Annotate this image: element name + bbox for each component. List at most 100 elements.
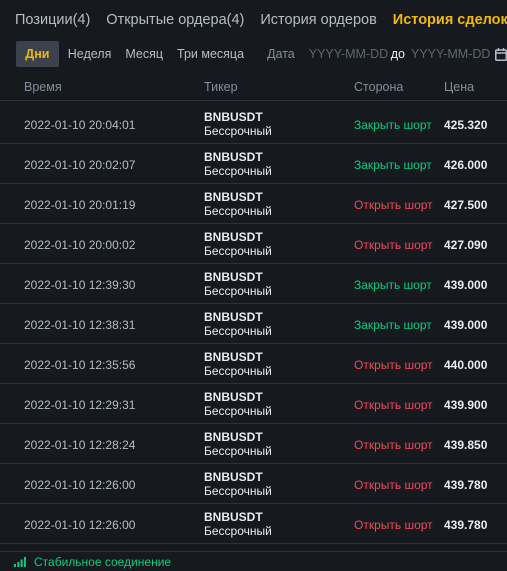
trade-price: 439.780 xyxy=(444,478,488,492)
contract-type: Бессрочный xyxy=(204,524,272,538)
calendar-icon[interactable] xyxy=(495,47,507,61)
table-row: 2022-01-10 12:26:00 BNBUSDT Бессрочный От… xyxy=(0,464,507,504)
period-week-button[interactable]: Неделя xyxy=(68,47,112,61)
trade-price: 426.000 xyxy=(444,158,488,172)
trade-side: Закрыть шорт xyxy=(354,318,432,332)
ticker-symbol: BNBUSDT xyxy=(204,150,263,164)
table-row: 2022-01-10 12:26:00 BNBUSDT Бессрочный От… xyxy=(0,504,507,544)
tab-positions[interactable]: Позиции(4) xyxy=(15,0,90,40)
ticker-symbol: BNBUSDT xyxy=(204,350,263,364)
trade-ticker: BNBUSDT Бессрочный xyxy=(204,230,272,258)
trade-price: 427.500 xyxy=(444,198,488,212)
contract-type: Бессрочный xyxy=(204,484,272,498)
trade-ticker: BNBUSDT Бессрочный xyxy=(204,150,272,178)
ticker-symbol: BNBUSDT xyxy=(204,390,263,404)
contract-type: Бессрочный xyxy=(204,364,272,378)
trade-time: 2022-01-10 12:26:00 xyxy=(24,478,136,492)
contract-type: Бессрочный xyxy=(204,164,272,178)
contract-type: Бессрочный xyxy=(204,284,272,298)
connection-status-bar: Стабильное соединение xyxy=(0,551,507,571)
table-row: 2022-01-10 20:00:02 BNBUSDT Бессрочный От… xyxy=(0,224,507,264)
date-label: Дата xyxy=(267,47,295,61)
contract-type: Бессрочный xyxy=(204,204,272,218)
trade-side: Открыть шорт xyxy=(354,238,433,252)
ticker-symbol: BNBUSDT xyxy=(204,110,263,124)
trade-side: Открыть шорт xyxy=(354,478,433,492)
trade-time: 2022-01-10 12:28:24 xyxy=(24,438,136,452)
trade-side: Закрыть шорт xyxy=(354,278,432,292)
trade-side: Закрыть шорт xyxy=(354,118,432,132)
ticker-symbol: BNBUSDT xyxy=(204,190,263,204)
ticker-symbol: BNBUSDT xyxy=(204,270,263,284)
trade-price: 439.780 xyxy=(444,518,488,532)
table-row: 2022-01-10 20:04:01 BNBUSDT Бессрочный За… xyxy=(0,104,507,144)
contract-type: Бессрочный xyxy=(204,124,272,138)
signal-icon xyxy=(14,556,26,567)
tab-trade-history[interactable]: История сделок xyxy=(393,0,507,40)
trade-time: 2022-01-10 12:38:31 xyxy=(24,318,136,332)
trade-table: 2022-01-10 20:04:01 BNBUSDT Бессрочный За… xyxy=(0,104,507,544)
trade-price: 427.090 xyxy=(444,238,488,252)
trade-price: 439.000 xyxy=(444,278,488,292)
tab-order-history[interactable]: История ордеров xyxy=(260,0,376,40)
trade-ticker: BNBUSDT Бессрочный xyxy=(204,350,272,378)
trade-side: Открыть шорт xyxy=(354,198,433,212)
trade-ticker: BNBUSDT Бессрочный xyxy=(204,190,272,218)
trade-time: 2022-01-10 20:00:02 xyxy=(24,238,136,252)
trade-time: 2022-01-10 20:04:01 xyxy=(24,118,136,132)
table-header: Время Тикер Сторона Цена xyxy=(0,76,507,101)
ticker-symbol: BNBUSDT xyxy=(204,510,263,524)
header-price: Цена xyxy=(444,80,475,94)
header-time: Время xyxy=(24,80,62,94)
trade-side: Открыть шорт xyxy=(354,518,433,532)
table-row: 2022-01-10 12:35:56 BNBUSDT Бессрочный От… xyxy=(0,344,507,384)
trade-side: Открыть шорт xyxy=(354,438,433,452)
table-row: 2022-01-10 12:39:30 BNBUSDT Бессрочный За… xyxy=(0,264,507,304)
trade-ticker: BNBUSDT Бессрочный xyxy=(204,470,272,498)
trade-ticker: BNBUSDT Бессрочный xyxy=(204,110,272,138)
table-row: 2022-01-10 20:02:07 BNBUSDT Бессрочный За… xyxy=(0,144,507,184)
tab-open-orders[interactable]: Открытые ордера(4) xyxy=(106,0,244,40)
trade-price: 439.900 xyxy=(444,398,488,412)
trade-time: 2022-01-10 12:29:31 xyxy=(24,398,136,412)
trade-price: 439.000 xyxy=(444,318,488,332)
ticker-symbol: BNBUSDT xyxy=(204,310,263,324)
tab-bar: Позиции(4) Открытые ордера(4) История ор… xyxy=(0,0,507,40)
table-row: 2022-01-10 20:01:19 BNBUSDT Бессрочный От… xyxy=(0,184,507,224)
header-side: Сторона xyxy=(354,80,404,94)
trade-ticker: BNBUSDT Бессрочный xyxy=(204,430,272,458)
ticker-symbol: BNBUSDT xyxy=(204,230,263,244)
contract-type: Бессрочный xyxy=(204,244,272,258)
table-row: 2022-01-10 12:28:24 BNBUSDT Бессрочный От… xyxy=(0,424,507,464)
contract-type: Бессрочный xyxy=(204,324,272,338)
trade-time: 2022-01-10 12:26:00 xyxy=(24,518,136,532)
trade-price: 440.000 xyxy=(444,358,488,372)
trade-time: 2022-01-10 20:01:19 xyxy=(24,198,136,212)
trade-time: 2022-01-10 20:02:07 xyxy=(24,158,136,172)
trade-time: 2022-01-10 12:39:30 xyxy=(24,278,136,292)
filter-bar: Дни Неделя Месяц Три месяца Дата до xyxy=(0,41,507,67)
trade-side: Открыть шорт xyxy=(354,398,433,412)
trade-ticker: BNBUSDT Бессрочный xyxy=(204,510,272,538)
ticker-symbol: BNBUSDT xyxy=(204,470,263,484)
date-to-input[interactable] xyxy=(411,47,491,61)
trade-side: Открыть шорт xyxy=(354,358,433,372)
trade-ticker: BNBUSDT Бессрочный xyxy=(204,310,272,338)
trade-price: 425.320 xyxy=(444,118,488,132)
period-day-button[interactable]: Дни xyxy=(16,41,59,67)
trade-price: 439.850 xyxy=(444,438,488,452)
trade-time: 2022-01-10 12:35:56 xyxy=(24,358,136,372)
connection-status-text: Стабильное соединение xyxy=(34,554,172,569)
date-from-input[interactable] xyxy=(308,47,389,61)
trade-side: Закрыть шорт xyxy=(354,158,432,172)
contract-type: Бессрочный xyxy=(204,404,272,418)
contract-type: Бессрочный xyxy=(204,444,272,458)
trade-ticker: BNBUSDT Бессрочный xyxy=(204,270,272,298)
date-to-label: до xyxy=(390,47,405,61)
period-month-button[interactable]: Месяц xyxy=(125,47,163,61)
period-three-months-button[interactable]: Три месяца xyxy=(177,47,244,61)
trade-ticker: BNBUSDT Бессрочный xyxy=(204,390,272,418)
ticker-symbol: BNBUSDT xyxy=(204,430,263,444)
table-row: 2022-01-10 12:29:31 BNBUSDT Бессрочный От… xyxy=(0,384,507,424)
header-ticker: Тикер xyxy=(204,80,238,94)
